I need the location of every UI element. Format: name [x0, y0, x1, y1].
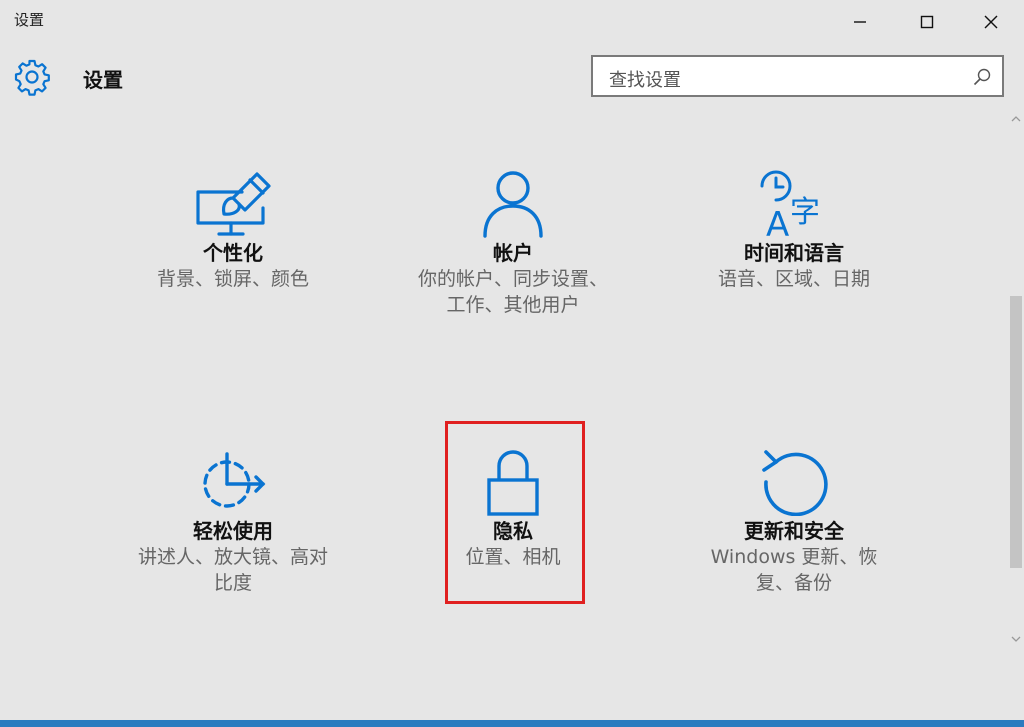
window-title: 设置: [14, 11, 45, 29]
gear-icon: [14, 59, 50, 96]
minimize-button[interactable]: [828, 0, 892, 44]
ease-of-access-icon: [203, 452, 266, 508]
personalization-icon: [196, 172, 271, 236]
tile-description: 语音、区域、日期: [717, 268, 870, 290]
scroll-down-arrow-icon[interactable]: [1010, 634, 1022, 644]
page-title: 设置: [83, 68, 123, 92]
search-placeholder: 查找设置: [609, 70, 681, 91]
tile-description: 复、备份: [755, 572, 832, 594]
search-icon[interactable]: [972, 67, 992, 87]
scrollbar-thumb[interactable]: [1010, 296, 1022, 568]
tile-description: Windows 更新、恢: [710, 546, 878, 568]
tile-name: 更新和安全: [744, 519, 844, 543]
tile-name: 隐私: [493, 519, 533, 543]
time-language-icon: A 字: [760, 170, 820, 238]
lock-icon: [487, 450, 539, 516]
tile-name: 个性化: [203, 241, 263, 265]
svg-text:A: A: [766, 205, 789, 238]
tile-accounts[interactable]: 帐户 你的帐户、同步设置、 工作、其他用户: [398, 168, 628, 318]
minimize-icon: [854, 21, 866, 23]
tile-name: 时间和语言: [744, 241, 844, 265]
maximize-button[interactable]: [895, 0, 959, 44]
tile-update-security[interactable]: 更新和安全 Windows 更新、恢 复、备份: [679, 446, 909, 596]
close-icon: [984, 15, 998, 29]
scroll-up-arrow-icon[interactable]: [1010, 114, 1022, 124]
tile-description: 位置、相机: [465, 546, 561, 568]
close-button[interactable]: [959, 0, 1023, 44]
tile-name: 帐户: [493, 241, 533, 265]
tile-name: 轻松使用: [193, 519, 273, 543]
window-bottom-border: [0, 720, 1024, 727]
svg-text:字: 字: [790, 195, 820, 230]
search-input[interactable]: 查找设置: [591, 55, 1004, 97]
tile-personalization[interactable]: 个性化 背景、锁屏、颜色: [118, 168, 348, 292]
tile-privacy[interactable]: 隐私 位置、相机: [398, 446, 628, 570]
account-icon: [483, 171, 543, 238]
tile-description: 比度: [213, 572, 252, 594]
maximize-icon: [920, 15, 934, 29]
tile-ease-of-access[interactable]: 轻松使用 讲述人、放大镜、高对 比度: [118, 446, 348, 596]
tile-description: 背景、锁屏、颜色: [156, 268, 309, 290]
title-bar: 设置: [0, 0, 1024, 44]
tile-description: 工作、其他用户: [446, 294, 580, 316]
tile-description: 讲述人、放大镜、高对: [137, 546, 328, 568]
update-icon: [762, 450, 828, 516]
tile-description: 你的帐户、同步设置、: [417, 268, 608, 290]
tile-time-language[interactable]: A 字 时间和语言 语音、区域、日期: [679, 168, 909, 292]
